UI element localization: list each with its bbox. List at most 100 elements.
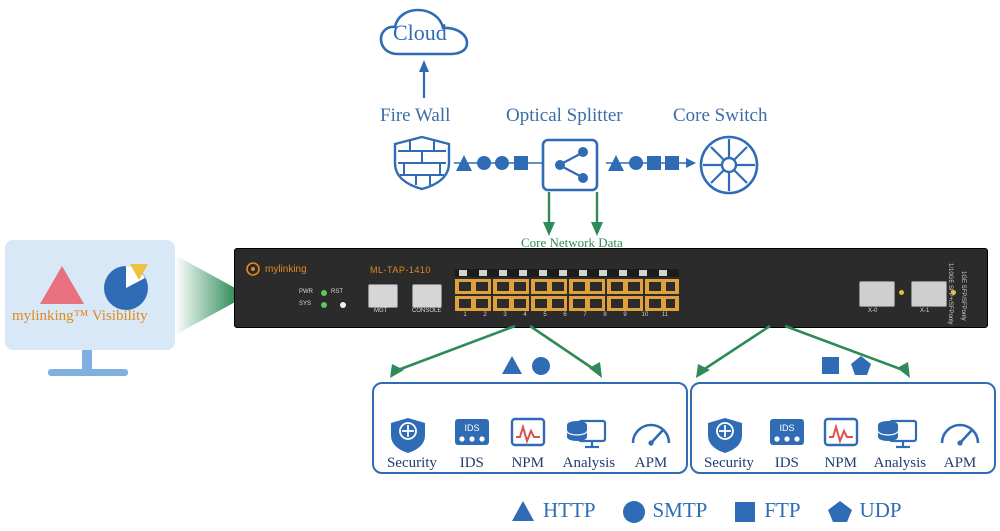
- square-marker: [822, 357, 839, 374]
- tool-apm[interactable]: APM: [629, 415, 673, 472]
- port-index-11: 11: [661, 312, 669, 318]
- core-switch-icon: [698, 134, 760, 196]
- sfp-label-x1: X-1: [920, 308, 930, 314]
- tool-group-1: Security IDS IDS NPM Analysis APM: [372, 382, 688, 474]
- port-index-3: 3: [503, 312, 507, 318]
- core-network-data-arrows: [540, 192, 612, 238]
- device-brand-text: mylinking: [265, 263, 307, 275]
- circle-icon: [622, 500, 645, 523]
- database-screen-icon: [877, 419, 917, 449]
- database-screen-icon: [566, 419, 606, 449]
- legend-label-udp: UDP: [859, 498, 902, 522]
- port-index-10: 10: [641, 312, 649, 318]
- monitor-base: [48, 369, 128, 376]
- svg-text:IDS: IDS: [464, 423, 479, 433]
- firewall-to-cloud-arrow: [416, 58, 432, 98]
- tool-apm-2[interactable]: APM: [938, 415, 982, 472]
- legend-item-http: HTTP: [510, 498, 596, 523]
- optical-splitter-icon: [541, 138, 599, 192]
- svg-text:IDS: IDS: [779, 423, 794, 433]
- network-tap-device: mylinking ML-TAP-1410 PWR RST SYS MGT CO…: [234, 248, 988, 328]
- tool-ids-2[interactable]: IDS IDS: [766, 415, 808, 472]
- sfp-led-x0: [899, 290, 904, 295]
- legend-item-udp: UDP: [827, 498, 902, 523]
- sfp-port-bank: [455, 269, 679, 311]
- ids-icon: IDS: [454, 419, 489, 445]
- legend-item-smtp: SMTP: [622, 498, 708, 523]
- brand-mark-icon: [246, 262, 260, 276]
- sfp-side-text-bottom: 1GE SFP/SFPonly: [960, 271, 966, 321]
- legend: HTTP SMTP FTP UDP: [510, 498, 902, 523]
- group2-markers: [820, 354, 876, 376]
- square-icon: [735, 501, 756, 522]
- legend-label-http: HTTP: [543, 498, 596, 522]
- firewall-label: Fire Wall: [380, 105, 451, 126]
- port-console[interactable]: [412, 284, 442, 308]
- pentagon-marker: [851, 356, 871, 375]
- port-index-1: 1: [463, 312, 467, 318]
- tool-npm-2[interactable]: NPM: [820, 415, 862, 472]
- port-index-8: 8: [603, 312, 607, 318]
- led-sys: [321, 302, 327, 308]
- port-index-6: 6: [563, 312, 567, 318]
- tool-label-security-2: Security: [703, 455, 754, 471]
- tool-label-security: Security: [386, 455, 437, 471]
- shield-plus-icon: [390, 418, 425, 453]
- port-index-7: 7: [583, 312, 587, 318]
- led-label-pwr: PWR: [299, 289, 313, 295]
- sfp-label-x0: X-0: [868, 308, 878, 314]
- circle-marker: [532, 357, 550, 375]
- group1-markers: [500, 354, 556, 376]
- port-index-5: 5: [543, 312, 547, 318]
- button-rst[interactable]: [340, 302, 346, 308]
- tool-label-npm: NPM: [511, 455, 544, 471]
- tool-label-ids: IDS: [459, 455, 484, 471]
- legend-label-ftp: FTP: [764, 498, 801, 522]
- tool-npm[interactable]: NPM: [507, 415, 549, 472]
- waveform-monitor-icon: [510, 417, 545, 447]
- visibility-caption: mylinking™ Visibility: [12, 308, 148, 324]
- tool-security-2[interactable]: Security: [704, 415, 754, 472]
- led-label-rst: RST: [331, 289, 343, 295]
- port-index-2: 2: [483, 312, 487, 318]
- gauge-icon: [940, 423, 980, 446]
- tool-analysis[interactable]: Analysis: [562, 415, 616, 472]
- led-label-sys: SYS: [299, 301, 312, 307]
- gauge-icon: [631, 423, 671, 446]
- monitor-to-device-arrow: [175, 255, 237, 335]
- tool-label-npm-2: NPM: [824, 455, 857, 471]
- sfp-cage-x0[interactable]: [859, 281, 895, 307]
- core-switch-label: Core Switch: [673, 105, 768, 126]
- tool-label-ids-2: IDS: [774, 455, 799, 471]
- triangle-marker: [502, 356, 522, 374]
- ids-icon: IDS: [769, 419, 804, 445]
- tool-label-apm-2: APM: [943, 455, 977, 471]
- tool-analysis-2[interactable]: Analysis: [873, 415, 927, 472]
- tool-label-analysis: Analysis: [562, 455, 616, 471]
- port-index-row: 1 2 3 4 5 6 7 8 9 10 11: [455, 312, 679, 318]
- tool-label-apm: APM: [634, 455, 668, 471]
- splitter-switch-link: [606, 150, 696, 176]
- sfp-side-text-top: 1/10GE SFP+/SFPonly: [947, 263, 953, 325]
- sfp-cage-x1[interactable]: [911, 281, 947, 307]
- port-index-9: 9: [623, 312, 627, 318]
- optical-splitter-label: Optical Splitter: [506, 105, 623, 126]
- device-model: ML-TAP-1410: [370, 265, 431, 275]
- cloud-label: Cloud: [393, 20, 447, 45]
- shield-plus-icon: [707, 418, 742, 453]
- pentagon-icon: [827, 500, 852, 522]
- firewall-icon: [392, 135, 452, 191]
- led-pwr: [321, 290, 327, 296]
- legend-item-ftp: FTP: [733, 498, 801, 523]
- triangle-icon: [512, 500, 534, 521]
- tool-ids[interactable]: IDS IDS: [451, 415, 493, 472]
- firewall-splitter-link: [454, 150, 542, 176]
- port-console-label: CONSOLE: [412, 308, 442, 314]
- tool-security[interactable]: Security: [387, 415, 437, 472]
- device-brand: mylinking: [245, 261, 307, 277]
- port-mgt-label: MGT: [374, 308, 388, 314]
- port-mgt[interactable]: [368, 284, 398, 308]
- legend-label-smtp: SMTP: [652, 498, 708, 522]
- waveform-monitor-icon: [823, 417, 858, 447]
- tool-label-analysis-2: Analysis: [873, 455, 927, 471]
